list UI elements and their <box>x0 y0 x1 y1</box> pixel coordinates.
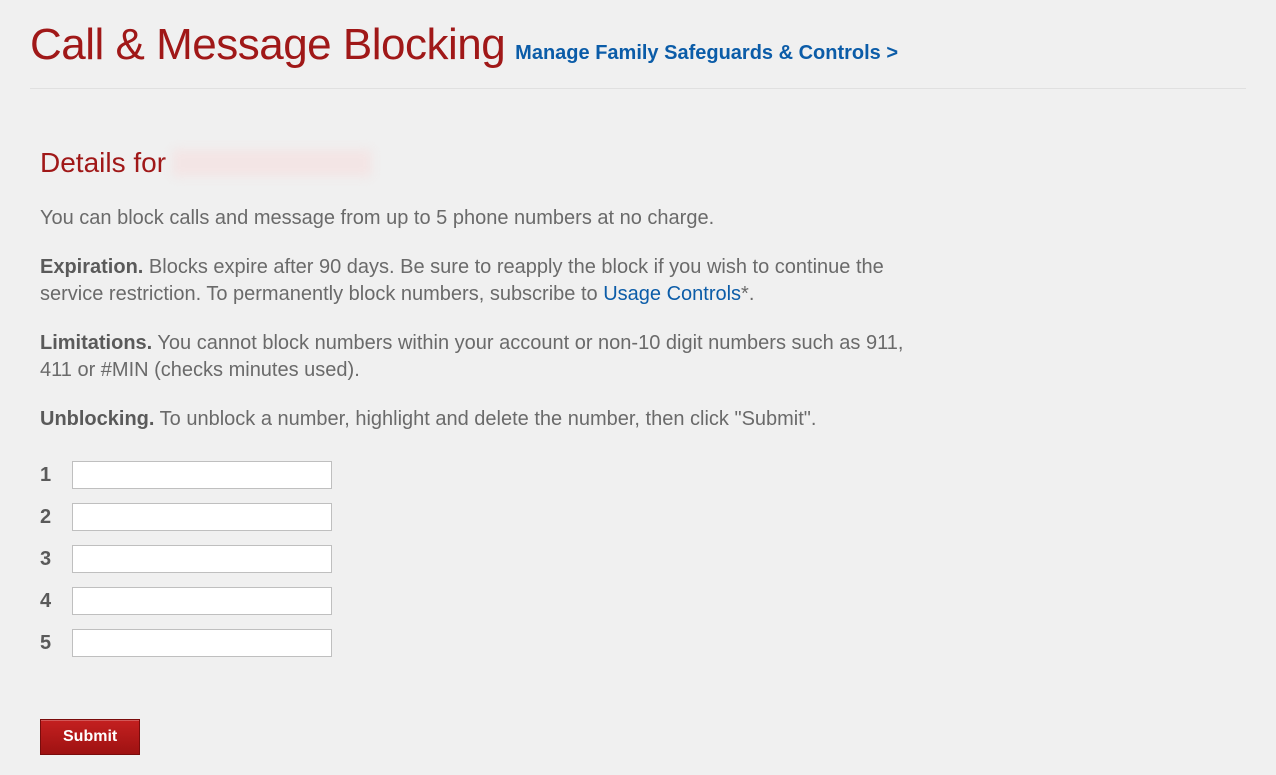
intro-text: You can block calls and message from up … <box>40 207 1246 230</box>
expiration-text-before: Blocks expire after 90 days. Be sure to … <box>40 256 884 305</box>
input-number-label: 5 <box>40 632 72 655</box>
unblocking-label: Unblocking. <box>40 408 154 430</box>
unblocking-paragraph: Unblocking. To unblock a number, highlig… <box>40 406 940 433</box>
phone-input-row: 4 <box>40 587 1246 615</box>
unblocking-text: To unblock a number, highlight and delet… <box>154 408 816 430</box>
expiration-paragraph: Expiration. Blocks expire after 90 days.… <box>40 254 940 308</box>
phone-input-row: 2 <box>40 503 1246 531</box>
input-number-label: 4 <box>40 590 72 613</box>
input-number-label: 1 <box>40 464 72 487</box>
limitations-label: Limitations. <box>40 332 152 354</box>
phone-input-row: 5 <box>40 629 1246 657</box>
expiration-text-after: *. <box>741 283 754 305</box>
limitations-text: You cannot block numbers within your acc… <box>40 332 903 381</box>
phone-input-row: 3 <box>40 545 1246 573</box>
usage-controls-link[interactable]: Usage Controls <box>603 283 741 305</box>
phone-input-2[interactable] <box>72 503 332 531</box>
expiration-label: Expiration. <box>40 256 143 278</box>
phone-inputs-list: 1 2 3 4 5 <box>40 461 1246 657</box>
redacted-identifier <box>172 149 372 177</box>
content-area: Details for You can block calls and mess… <box>30 107 1246 755</box>
details-heading: Details for <box>40 147 1246 179</box>
phone-input-row: 1 <box>40 461 1246 489</box>
submit-button[interactable]: Submit <box>40 719 140 755</box>
page-header: Call & Message Blocking Manage Family Sa… <box>30 20 1246 89</box>
phone-input-5[interactable] <box>72 629 332 657</box>
phone-input-4[interactable] <box>72 587 332 615</box>
limitations-paragraph: Limitations. You cannot block numbers wi… <box>40 330 940 384</box>
input-number-label: 3 <box>40 548 72 571</box>
phone-input-1[interactable] <box>72 461 332 489</box>
phone-input-3[interactable] <box>72 545 332 573</box>
input-number-label: 2 <box>40 506 72 529</box>
manage-safeguards-link[interactable]: Manage Family Safeguards & Controls > <box>515 42 898 65</box>
details-for-label: Details for <box>40 147 166 179</box>
page-title: Call & Message Blocking <box>30 20 505 70</box>
